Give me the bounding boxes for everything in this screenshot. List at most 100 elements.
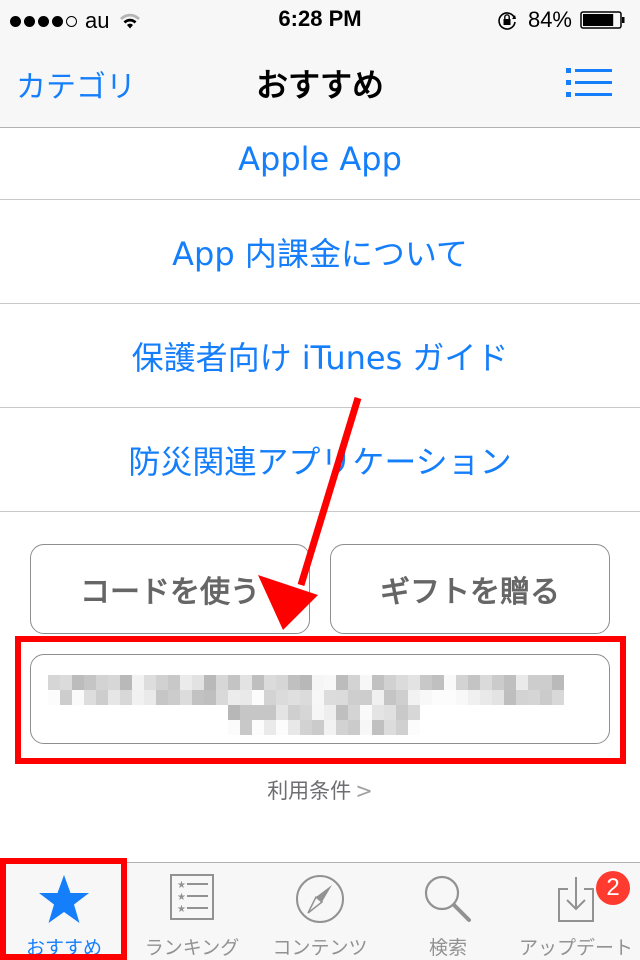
mosaic-pixel: [372, 720, 384, 735]
mosaic-pixel: [228, 705, 240, 720]
tab-label: 検索: [428, 937, 467, 959]
link-in-app-purchase[interactable]: App 内課金について: [0, 200, 640, 304]
mosaic-pixel: [504, 675, 516, 690]
mosaic-pixel: [144, 690, 156, 705]
mosaic-pixel: [120, 675, 132, 690]
mosaic-pixel: [216, 675, 228, 690]
tab-ranking[interactable]: ★ ★ ★ ランキング: [128, 863, 256, 960]
mosaic-pixel: [552, 690, 564, 705]
terms-link[interactable]: 利用条件 >: [0, 775, 640, 805]
navigation-bar: カテゴリ おすすめ: [0, 40, 640, 128]
mosaic-pixel: [276, 675, 288, 690]
mosaic-pixel: [540, 675, 552, 690]
mosaic-pixel: [432, 675, 444, 690]
mosaic-pixel: [156, 675, 168, 690]
tab-search[interactable]: 検索: [384, 863, 512, 960]
mosaic-pixel: [132, 690, 144, 705]
mosaic-pixel: [516, 675, 528, 690]
mosaic-pixel: [108, 675, 120, 690]
mosaic-pixel: [348, 720, 360, 735]
mosaic-pixel: [504, 690, 516, 705]
mosaic-pixel: [444, 690, 456, 705]
update-count-badge: 2: [596, 871, 630, 905]
star-icon: [39, 875, 89, 923]
mosaic-pixel: [384, 690, 396, 705]
tab-label: アップデート: [518, 937, 633, 959]
ranking-list-icon: ★ ★ ★: [170, 874, 214, 920]
mosaic-pixel: [384, 675, 396, 690]
send-gift-button[interactable]: ギフトを贈る: [330, 544, 610, 634]
mosaic-pixel: [48, 675, 60, 690]
mosaic-pixel: [408, 690, 420, 705]
mosaic-pixel: [456, 675, 468, 690]
mosaic-pixel: [456, 690, 468, 705]
mosaic-pixel: [252, 675, 264, 690]
mosaic-pixel: [204, 690, 216, 705]
mosaic-pixel: [492, 675, 504, 690]
mosaic-pixel: [264, 705, 276, 720]
mosaic-pixel: [252, 720, 264, 735]
link-apple-app[interactable]: Apple App: [0, 128, 640, 200]
updates-icon: [558, 877, 594, 922]
mosaic-pixel: [84, 690, 96, 705]
mosaic-pixel: [300, 690, 312, 705]
mosaic-pixel: [408, 705, 420, 720]
mosaic-pixel: [168, 690, 180, 705]
mosaic-pixel: [312, 675, 324, 690]
redeem-code-button[interactable]: コードを使う: [30, 544, 310, 634]
redacted-text: [228, 705, 420, 735]
mosaic-pixel: [300, 675, 312, 690]
mosaic-pixel: [180, 675, 192, 690]
mosaic-pixel: [372, 705, 384, 720]
mosaic-pixel: [288, 675, 300, 690]
tab-bar: おすすめ ★ ★ ★ ランキング コンテンツ 検索 2 アップデート: [0, 862, 640, 960]
mosaic-pixel: [264, 675, 276, 690]
mosaic-pixel: [348, 675, 360, 690]
mosaic-pixel: [288, 690, 300, 705]
redacted-text: [48, 675, 564, 705]
mosaic-pixel: [204, 675, 216, 690]
mosaic-pixel: [324, 675, 336, 690]
mosaic-pixel: [360, 675, 372, 690]
mosaic-pixel: [300, 720, 312, 735]
mosaic-pixel: [312, 705, 324, 720]
mosaic-pixel: [408, 720, 420, 735]
mosaic-pixel: [384, 705, 396, 720]
apple-id-button[interactable]: [30, 654, 610, 744]
rotation-lock-icon: [498, 12, 516, 30]
mosaic-pixel: [480, 690, 492, 705]
list-icon[interactable]: [566, 68, 612, 98]
mosaic-pixel: [324, 690, 336, 705]
svg-text:★: ★: [177, 892, 186, 903]
mosaic-pixel: [336, 705, 348, 720]
mosaic-pixel: [156, 690, 168, 705]
mosaic-pixel: [228, 720, 240, 735]
mosaic-pixel: [396, 675, 408, 690]
mosaic-pixel: [168, 675, 180, 690]
mosaic-pixel: [348, 705, 360, 720]
link-parents-guide[interactable]: 保護者向け iTunes ガイド: [0, 304, 640, 408]
link-disaster-apps[interactable]: 防災関連アプリケーション: [0, 408, 640, 512]
mosaic-pixel: [396, 690, 408, 705]
mosaic-pixel: [240, 675, 252, 690]
mosaic-pixel: [360, 705, 372, 720]
tab-content[interactable]: コンテンツ: [256, 863, 384, 960]
categories-button[interactable]: カテゴリ: [16, 62, 136, 106]
mosaic-pixel: [72, 675, 84, 690]
mosaic-pixel: [240, 690, 252, 705]
mosaic-pixel: [180, 690, 192, 705]
mosaic-pixel: [432, 690, 444, 705]
mosaic-pixel: [480, 675, 492, 690]
mosaic-pixel: [516, 690, 528, 705]
chevron-right-icon: >: [355, 779, 373, 803]
mosaic-pixel: [264, 690, 276, 705]
mosaic-pixel: [192, 690, 204, 705]
tab-featured[interactable]: おすすめ: [0, 863, 128, 960]
mosaic-pixel: [360, 720, 372, 735]
mosaic-pixel: [444, 675, 456, 690]
mosaic-pixel: [336, 720, 348, 735]
tab-updates[interactable]: 2 アップデート: [512, 863, 640, 960]
mosaic-pixel: [552, 675, 564, 690]
mosaic-pixel: [420, 675, 432, 690]
mosaic-pixel: [528, 675, 540, 690]
